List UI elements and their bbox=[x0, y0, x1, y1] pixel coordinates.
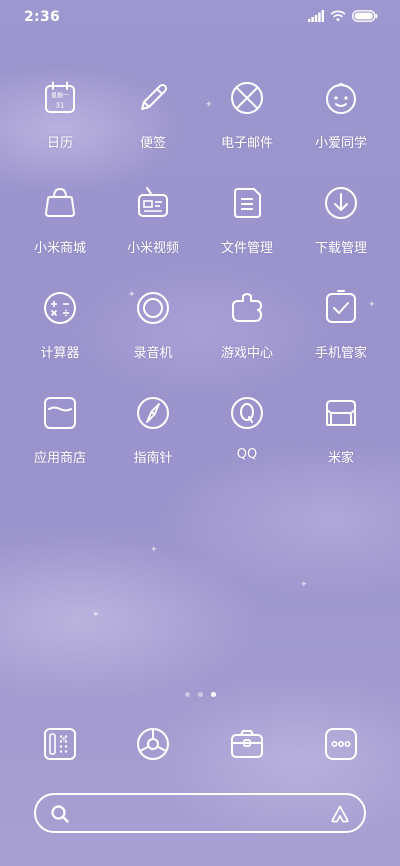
app-email[interactable]: 电子邮件 bbox=[199, 78, 295, 174]
app-label: 便签 bbox=[139, 136, 166, 151]
wifi-icon bbox=[330, 10, 346, 22]
app-label: 录音机 bbox=[133, 346, 173, 361]
app-label: 小米商城 bbox=[33, 241, 86, 256]
app-label: 小爱同学 bbox=[314, 136, 367, 151]
app-label: 手机管家 bbox=[314, 346, 367, 361]
app-game-center[interactable]: 游戏中心 bbox=[199, 288, 295, 384]
qq-icon bbox=[231, 397, 263, 429]
assistant-icon[interactable] bbox=[330, 804, 350, 824]
shopping-bag-icon bbox=[45, 187, 75, 217]
security-check-icon bbox=[326, 290, 356, 323]
download-icon bbox=[325, 187, 357, 219]
app-label: 电子邮件 bbox=[220, 136, 273, 151]
app-calculator[interactable]: 计算器 bbox=[12, 288, 108, 384]
calendar-icon: 星期一 31 bbox=[45, 81, 75, 113]
game-center-icon bbox=[232, 293, 262, 322]
app-recorder[interactable]: 录音机 bbox=[105, 288, 201, 384]
calculator-icon bbox=[44, 292, 76, 324]
mijia-sofa-icon bbox=[326, 400, 356, 426]
compass-icon bbox=[137, 397, 169, 429]
app-xiaoai[interactable]: 小爱同学 bbox=[293, 78, 389, 174]
recorder-icon bbox=[137, 292, 169, 324]
app-mi-video[interactable]: 小米视频 bbox=[105, 183, 201, 279]
notes-pen-icon bbox=[141, 83, 168, 110]
page-dot[interactable] bbox=[184, 692, 190, 697]
battery-icon bbox=[352, 10, 378, 22]
app-store-icon bbox=[44, 397, 76, 429]
dock-messages[interactable] bbox=[321, 724, 361, 764]
app-app-store[interactable]: 应用商店 bbox=[12, 393, 108, 489]
app-mi-store[interactable]: 小米商城 bbox=[12, 183, 108, 279]
calendar-day: 31 bbox=[56, 102, 65, 110]
app-label: 米家 bbox=[327, 451, 354, 466]
signal-icon bbox=[308, 10, 324, 22]
page-dot[interactable] bbox=[197, 692, 203, 697]
app-security[interactable]: 手机管家 bbox=[293, 288, 389, 384]
file-manager-icon bbox=[234, 188, 261, 218]
search-bar[interactable] bbox=[34, 793, 366, 833]
app-label: QQ bbox=[236, 447, 258, 462]
messages-icon bbox=[325, 728, 357, 760]
dock-phone[interactable] bbox=[40, 724, 80, 764]
app-label: 指南针 bbox=[133, 451, 173, 466]
app-label: 小米视频 bbox=[126, 241, 179, 256]
tv-video-icon bbox=[138, 187, 168, 217]
app-qq[interactable]: QQ bbox=[199, 393, 295, 489]
app-compass[interactable]: 指南针 bbox=[105, 393, 201, 489]
xiaoai-face-icon bbox=[326, 83, 356, 114]
app-label: 游戏中心 bbox=[220, 346, 273, 361]
status-icons bbox=[308, 10, 378, 22]
page-indicator bbox=[0, 692, 400, 697]
dock-browser[interactable] bbox=[133, 724, 173, 764]
phone-dialer-icon bbox=[44, 728, 76, 760]
status-time: 2:36 bbox=[24, 9, 61, 25]
app-calendar[interactable]: 星期一 31 日历 bbox=[12, 78, 108, 174]
calendar-weekday: 星期一 bbox=[51, 92, 69, 100]
status-bar: 2:36 bbox=[0, 0, 400, 36]
browser-icon bbox=[137, 728, 169, 760]
sparkle-decoration: ✦ bbox=[150, 545, 158, 555]
app-label: 应用商店 bbox=[33, 451, 86, 466]
app-label: 文件管理 bbox=[220, 241, 273, 256]
app-label: 计算器 bbox=[40, 346, 80, 361]
app-file-manager[interactable]: 文件管理 bbox=[199, 183, 295, 279]
sparkle-decoration: ✦ bbox=[92, 610, 100, 620]
app-downloads[interactable]: 下载管理 bbox=[293, 183, 389, 279]
sparkle-decoration: ✦ bbox=[300, 580, 308, 590]
email-icon bbox=[231, 82, 263, 114]
app-mijia[interactable]: 米家 bbox=[293, 393, 389, 489]
app-notes[interactable]: 便签 bbox=[105, 78, 201, 174]
home-screen: ✦ ✦ ✦ ✦ ✦ ✦ ✦ 2:36 星期一 31 日历 便签 电子邮件 小爱同… bbox=[0, 0, 400, 866]
app-label: 下载管理 bbox=[314, 241, 367, 256]
search-icon[interactable] bbox=[50, 804, 70, 824]
camera-icon bbox=[231, 730, 263, 758]
app-label: 日历 bbox=[46, 136, 73, 151]
dock-camera[interactable] bbox=[227, 724, 267, 764]
page-dot-active[interactable] bbox=[210, 692, 216, 697]
